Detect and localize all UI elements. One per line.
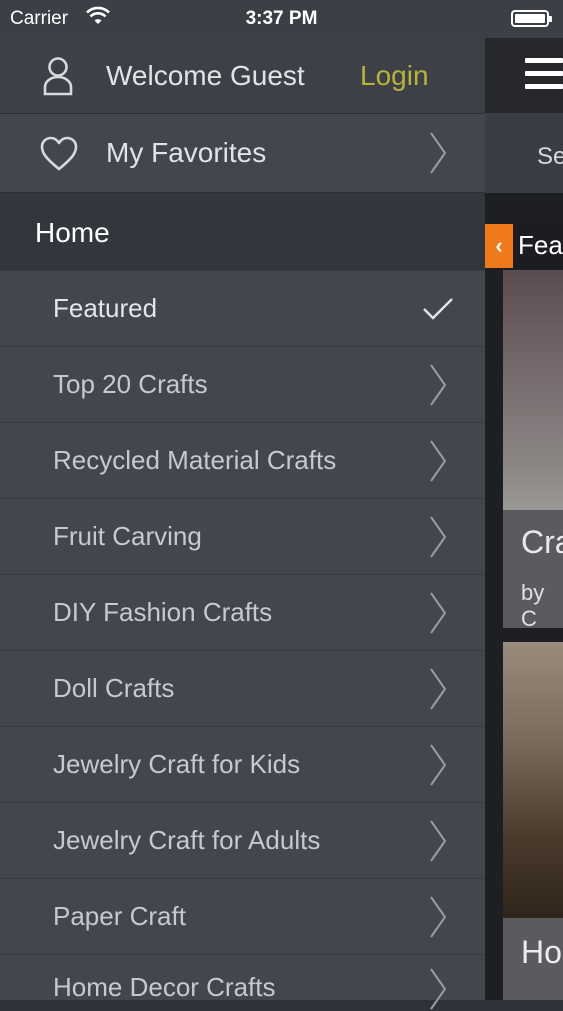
menu-item-paper-craft[interactable]: Paper Craft	[0, 879, 485, 955]
welcome-row: Welcome Guest Login	[0, 38, 485, 114]
login-link[interactable]: Login	[360, 60, 429, 92]
search-bar[interactable]: Se	[485, 113, 563, 193]
chevron-right-icon	[430, 440, 447, 482]
hamburger-menu-icon[interactable]	[525, 58, 563, 90]
menu-item-jewelry-craft-for-kids[interactable]: Jewelry Craft for Kids	[0, 727, 485, 803]
menu-item-label: Paper Craft	[53, 901, 186, 931]
menu-item-featured[interactable]: Featured	[0, 271, 485, 347]
chevron-right-icon	[430, 516, 447, 558]
menu-item-label: Fruit Carving	[53, 521, 202, 551]
menu-item-label: DIY Fashion Crafts	[53, 597, 273, 627]
chevron-right-icon	[430, 668, 447, 710]
menu-item-doll-crafts[interactable]: Doll Crafts	[0, 651, 485, 727]
menu-item-label: Recycled Material Crafts	[53, 445, 337, 475]
card-caption[interactable]: Ho	[503, 918, 563, 1000]
clock: 3:37 PM	[245, 8, 318, 29]
favorites-row[interactable]: My Favorites	[0, 114, 485, 193]
chevron-right-icon	[430, 364, 447, 406]
menu-item-fruit-carving[interactable]: Fruit Carving	[0, 499, 485, 575]
menu-item-label: Home Decor Crafts	[53, 972, 276, 1002]
battery-icon	[511, 10, 552, 27]
menu-item-label: Top 20 Crafts	[53, 369, 208, 399]
chevron-left-icon[interactable]: ‹	[485, 224, 513, 268]
heart-icon	[40, 136, 78, 171]
card-title: Ho	[521, 934, 562, 970]
menu-item-label: Jewelry Craft for Kids	[53, 749, 301, 779]
favorites-label: My Favorites	[106, 137, 267, 168]
checkmark-icon	[423, 298, 453, 320]
featured-tab[interactable]: ‹ Fea	[485, 224, 563, 268]
card-title: Cra	[521, 524, 563, 560]
menu-item-label: Featured	[53, 293, 158, 323]
card-image[interactable]	[503, 270, 563, 510]
menu-item-diy-fashion-crafts[interactable]: DIY Fashion Crafts	[0, 575, 485, 651]
top-bar	[485, 38, 563, 113]
side-menu: Welcome Guest Login My Favorites Home Fe…	[0, 38, 485, 1010]
welcome-text: Welcome Guest	[106, 60, 305, 91]
featured-tab-label: Fea	[518, 230, 563, 260]
chevron-right-icon	[430, 132, 447, 174]
chevron-right-icon	[430, 592, 447, 634]
user-icon	[43, 57, 73, 96]
menu-item-label: Doll Crafts	[53, 673, 175, 703]
section-home-label: Home	[35, 217, 110, 248]
menu-item-recycled-material-crafts[interactable]: Recycled Material Crafts	[0, 423, 485, 499]
chevron-right-icon	[430, 820, 447, 862]
search-text: Se	[537, 143, 563, 170]
card-byline: by C	[521, 580, 545, 631]
chevron-right-icon	[430, 896, 447, 938]
card-image[interactable]	[503, 642, 563, 922]
main-content-peek: Se ‹ Fea Cra by C Ho	[485, 38, 563, 1000]
chevron-right-icon	[430, 744, 447, 786]
menu-item-top-20-crafts[interactable]: Top 20 Crafts	[0, 347, 485, 423]
menu-item-label: Jewelry Craft for Adults	[53, 825, 321, 855]
menu-item-home-decor-crafts[interactable]: Home Decor Crafts	[0, 955, 485, 1010]
chevron-right-icon	[430, 968, 447, 1010]
status-bar: Carrier 3:37 PM	[0, 0, 563, 38]
card-caption[interactable]: Cra by C	[503, 510, 563, 631]
section-home: Home	[0, 193, 485, 271]
menu-item-jewelry-craft-for-adults[interactable]: Jewelry Craft for Adults	[0, 803, 485, 879]
